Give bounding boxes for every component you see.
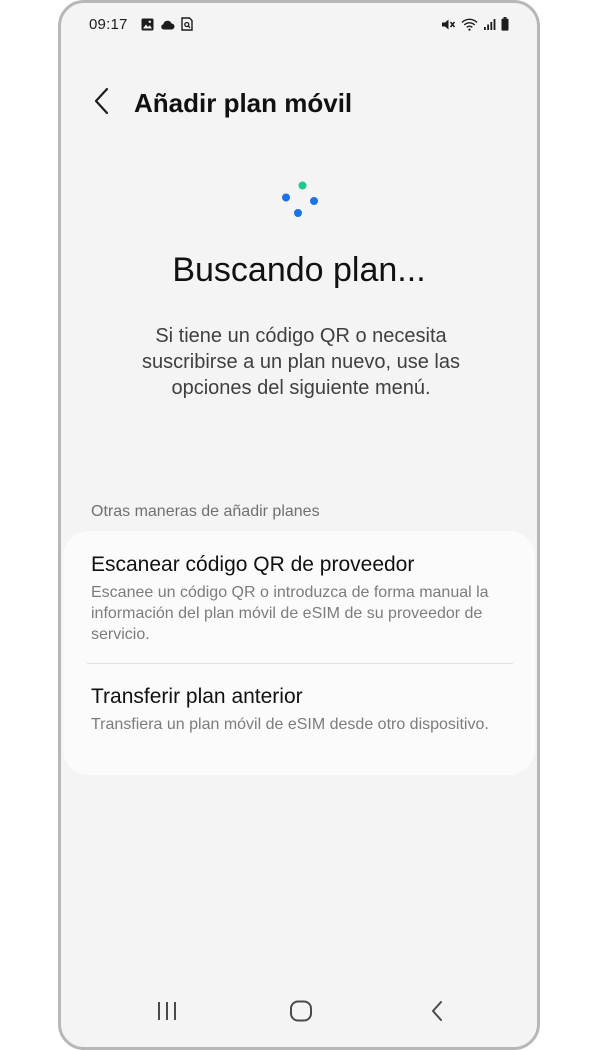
option-description: Escanee un código QR o introduzca de for… <box>91 584 489 643</box>
option-title: Escanear código QR de proveedor <box>91 553 415 576</box>
status-bar: 09:17 <box>61 3 537 47</box>
gallery-icon <box>141 18 154 36</box>
app-header: Añadir plan móvil <box>61 79 537 129</box>
status-left-icons <box>141 17 193 36</box>
divider <box>87 663 513 664</box>
back-nav-button[interactable] <box>417 995 457 1031</box>
screenshot-icon <box>181 17 193 36</box>
cloud-icon <box>160 18 175 36</box>
back-icon <box>430 1000 444 1027</box>
option-description: Transfiera un plan móvil de eSIM desde o… <box>91 716 489 733</box>
battery-icon <box>501 17 509 36</box>
mute-icon <box>441 18 456 36</box>
home-icon <box>289 1000 313 1027</box>
wifi-icon <box>461 18 478 36</box>
options-section-label: Otras maneras de añadir planes <box>91 503 320 520</box>
home-button[interactable] <box>281 995 321 1031</box>
status-right-icons <box>441 17 509 36</box>
back-button[interactable] <box>87 85 117 121</box>
options-card: Escanear código QR de proveedor Escanee … <box>63 531 535 775</box>
status-time: 09:17 <box>89 16 128 33</box>
searching-description: Si tiene un código QR o necesita suscrib… <box>142 325 460 399</box>
phone-screen: 09:17 Añadir plan móvil Buscando plan...… <box>58 0 540 1050</box>
page-title: Añadir plan móvil <box>134 88 353 118</box>
signal-icon <box>483 18 496 36</box>
searching-heading: Buscando plan... <box>172 251 426 289</box>
scan-qr-option[interactable]: Escanear código QR de proveedor Escanee … <box>91 553 511 645</box>
option-title: Transferir plan anterior <box>91 685 303 708</box>
navigation-bar <box>61 987 537 1047</box>
transfer-plan-option[interactable]: Transferir plan anterior Transfiera un p… <box>91 685 511 735</box>
recents-icon <box>156 1001 178 1026</box>
loading-spinner-icon <box>279 179 323 223</box>
chevron-left-icon <box>94 87 110 120</box>
recents-button[interactable] <box>147 995 187 1031</box>
